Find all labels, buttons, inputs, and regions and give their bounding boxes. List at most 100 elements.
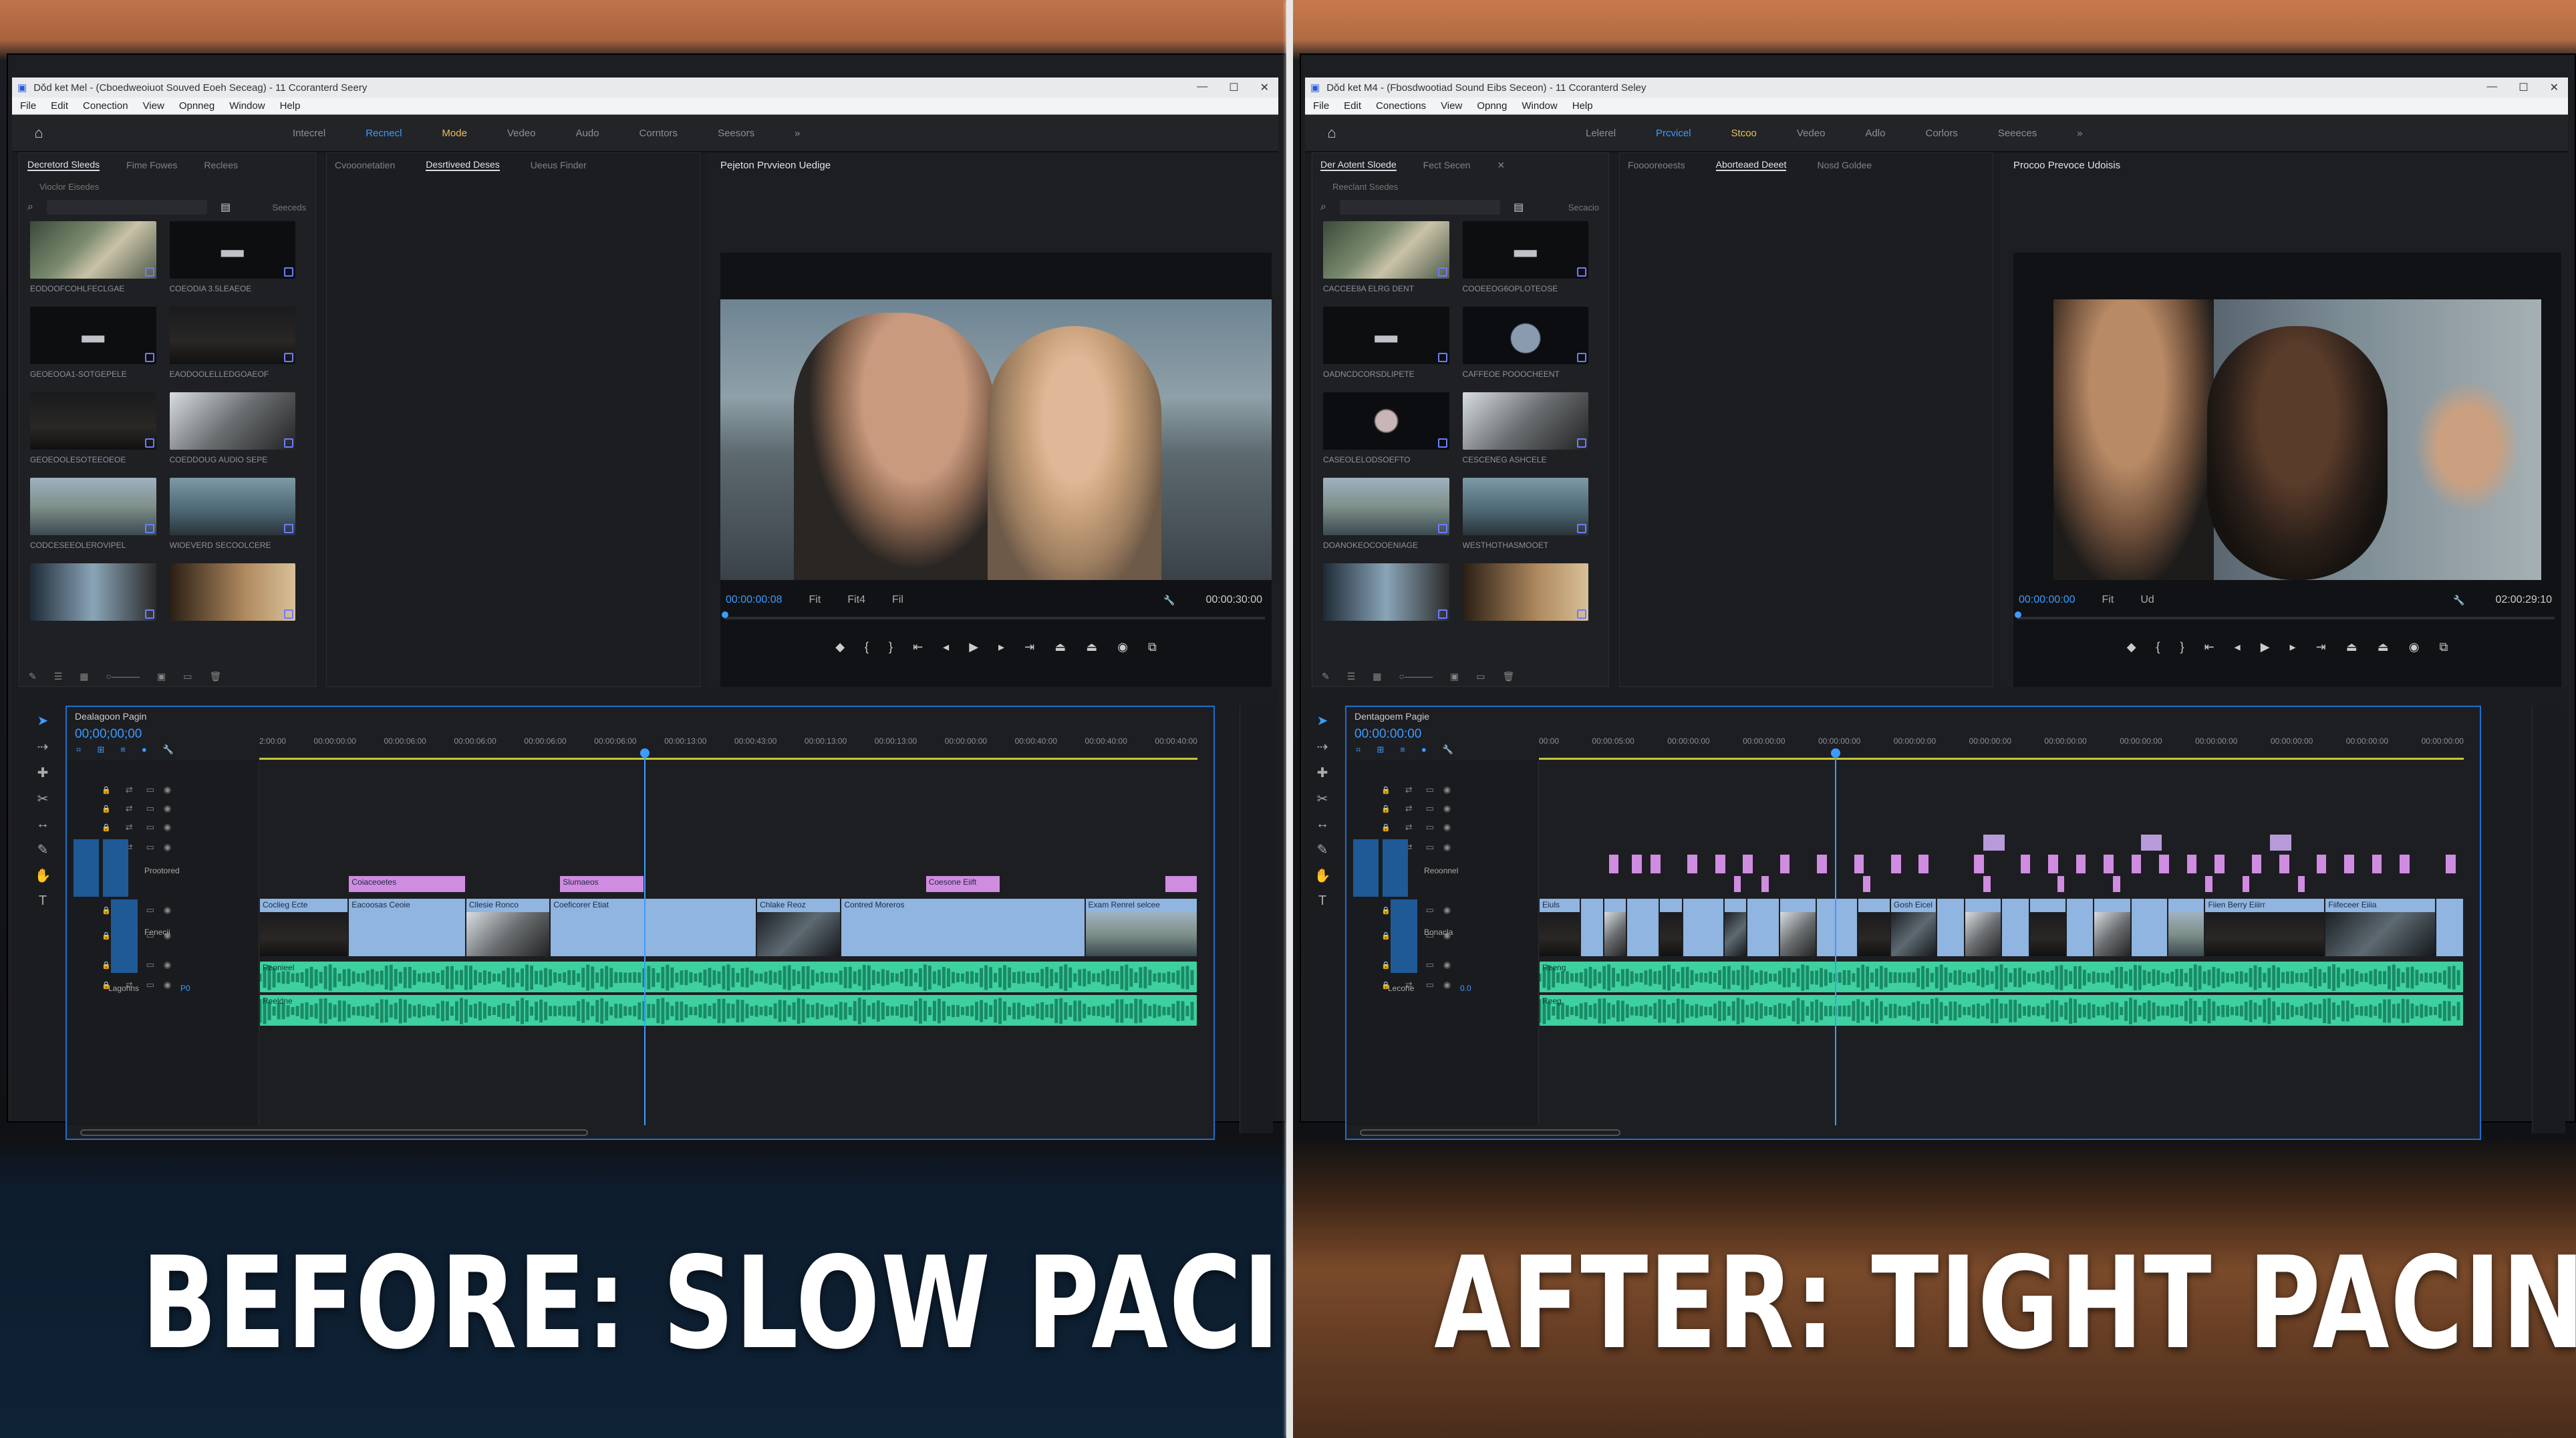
media-item[interactable]: CAFFEOE POOOCHEENT xyxy=(1462,307,1588,386)
export-frame-icon[interactable]: ◉ xyxy=(1117,640,1128,654)
audio-target[interactable] xyxy=(111,899,138,973)
sync-lock-icon[interactable]: ⇄ xyxy=(1405,822,1413,833)
workspace-tab[interactable]: » xyxy=(2077,128,2082,139)
media-item[interactable]: ▬ COEODIA 3.5LEAEOE xyxy=(169,221,295,300)
workspace-tab[interactable]: Prcvicel xyxy=(1656,128,1691,139)
media-item[interactable]: GEOEOOLESOTEEOEOE xyxy=(30,392,156,471)
marker-icon[interactable]: ◆ xyxy=(2127,640,2136,654)
sync-lock-icon[interactable]: ⇄ xyxy=(1405,803,1413,814)
video-clip[interactable] xyxy=(1580,898,1604,957)
video-clip[interactable] xyxy=(1937,898,1965,957)
title-clip[interactable]: Coesone Eiift xyxy=(925,875,1001,893)
title-clip[interactable] xyxy=(2130,854,2142,874)
play-button[interactable]: ▶ xyxy=(969,640,978,654)
title-clip[interactable] xyxy=(1816,854,1828,874)
title-clip[interactable] xyxy=(2047,854,2059,874)
v1-target[interactable] xyxy=(74,839,134,897)
resolution-select[interactable]: Fit4 xyxy=(847,594,865,606)
toggle-output-icon[interactable]: ▭ xyxy=(146,842,154,853)
program-scrubber[interactable] xyxy=(722,611,1265,619)
title-clip[interactable] xyxy=(1983,834,2005,851)
hand-tool-icon[interactable]: ✋ xyxy=(1314,867,1331,884)
title-clip[interactable]: Coiaceoetes xyxy=(348,875,466,893)
pencil-icon[interactable]: ✎ xyxy=(1322,671,1330,682)
title-clip[interactable] xyxy=(1890,854,1902,874)
new-item-icon[interactable]: ▣ xyxy=(157,671,166,682)
title-clip[interactable] xyxy=(1631,854,1642,874)
media-item[interactable]: EAODOOLELLEDGOAEOF xyxy=(169,307,295,386)
workspace-tab[interactable]: Corntors xyxy=(639,128,678,139)
program-scrubber[interactable] xyxy=(2015,611,2555,619)
title-clip[interactable] xyxy=(2399,854,2410,874)
compare-icon[interactable]: ⧉ xyxy=(1148,640,1157,654)
pencil-icon[interactable]: ✎ xyxy=(29,671,37,682)
menu-item-conections[interactable]: Conections xyxy=(1376,100,1426,112)
video-clip[interactable]: Exam Renrel selcee xyxy=(1085,898,1197,957)
zoom-slider[interactable]: ○——— xyxy=(106,671,140,682)
timeline-scrollbar[interactable] xyxy=(80,1129,588,1136)
title-clip[interactable] xyxy=(2140,834,2162,851)
video-clip[interactable]: Eiuls xyxy=(1539,898,1581,957)
workspace-tab[interactable]: Recnecl xyxy=(366,128,402,139)
video-clip[interactable] xyxy=(1626,898,1659,957)
eye-icon[interactable]: ◉ xyxy=(164,905,171,915)
title-clip[interactable] xyxy=(1973,854,1985,874)
eye-icon[interactable]: ◉ xyxy=(164,980,171,990)
toggle-output-icon[interactable]: ▭ xyxy=(1426,842,1434,853)
eye-icon[interactable]: ◉ xyxy=(164,960,171,970)
title-clip[interactable] xyxy=(2343,854,2355,874)
media-item[interactable]: ▬ GEOEOOA1-SOTGEPELE xyxy=(30,307,156,386)
search-input[interactable] xyxy=(46,200,207,214)
workspace-tab[interactable]: Stcoo xyxy=(1731,128,1757,139)
title-clip[interactable] xyxy=(1742,854,1754,874)
workspace-tab[interactable]: Audo xyxy=(575,128,599,139)
title-clip[interactable] xyxy=(2057,875,2065,893)
export-frame-icon[interactable]: ◉ xyxy=(2409,640,2420,654)
source-tab[interactable]: Desrtiveed Deses xyxy=(426,159,500,171)
project-tab[interactable]: Der Aotent Sloede xyxy=(1320,159,1397,171)
ripple-edit-icon[interactable]: ✚ xyxy=(37,764,49,781)
razor-tool-icon[interactable]: ✂ xyxy=(1317,790,1328,807)
zoom-select[interactable]: Fit xyxy=(2102,594,2114,606)
sequence-name[interactable]: Dentagoem Pagie xyxy=(1354,711,1429,722)
target-v1[interactable] xyxy=(103,839,128,897)
source-tab[interactable]: Ueeus Finder xyxy=(531,160,587,170)
menu-item-opnng[interactable]: Opnng xyxy=(1477,100,1507,112)
video-clip[interactable] xyxy=(2436,898,2464,957)
wrench-icon[interactable]: 🔧 xyxy=(1163,595,1175,606)
lock-icon[interactable]: 🔒 xyxy=(102,823,111,832)
title-clip[interactable] xyxy=(2269,834,2292,851)
snap-icon[interactable]: ⌗ xyxy=(1356,744,1361,755)
type-tool-icon[interactable]: T xyxy=(39,893,47,909)
media-item[interactable]: EODOOFCOHLFECLGAE xyxy=(30,221,156,300)
title-clip[interactable] xyxy=(1862,875,1871,893)
menu-item-conection[interactable]: Conection xyxy=(83,100,128,112)
project-tab[interactable]: Decretord Sleeds xyxy=(27,159,100,171)
project-tab[interactable]: Fect Secen xyxy=(1423,160,1471,170)
maximize-button[interactable]: ☐ xyxy=(2519,81,2528,94)
workspace-tab[interactable]: Seesors xyxy=(718,128,754,139)
compare-icon[interactable]: ⧉ xyxy=(2439,640,2448,654)
eye-icon[interactable]: ◉ xyxy=(1443,980,1451,990)
title-clip[interactable] xyxy=(1714,854,1726,874)
lock-icon[interactable]: 🔒 xyxy=(102,786,111,795)
audio-target[interactable] xyxy=(1391,899,1417,973)
eye-icon[interactable]: ◉ xyxy=(164,803,171,814)
in-point-icon[interactable]: { xyxy=(2156,640,2160,654)
marker-icon[interactable]: ◆ xyxy=(835,640,845,654)
icon-view-icon[interactable]: ▦ xyxy=(1373,671,1381,682)
ripple-edit-icon[interactable]: ✚ xyxy=(1317,764,1328,781)
menu-item-file[interactable]: File xyxy=(1313,100,1329,112)
zoom-select[interactable]: Fit xyxy=(809,594,821,606)
video-clip[interactable]: Gosh Eicel xyxy=(1890,898,1937,957)
toggle-output-icon[interactable]: ▭ xyxy=(1426,960,1434,970)
lock-icon[interactable]: 🔒 xyxy=(1381,931,1391,940)
timeline-scrollbar[interactable] xyxy=(1360,1129,1620,1136)
video-clip[interactable] xyxy=(1682,898,1724,957)
title-clip[interactable] xyxy=(2445,854,2456,874)
title-clip[interactable] xyxy=(2103,854,2114,874)
video-clip[interactable]: Chlake Reoz xyxy=(756,898,841,957)
source-patch-v1[interactable] xyxy=(1353,839,1379,897)
title-clip[interactable]: Slumaeos xyxy=(559,875,644,893)
workspace-tab[interactable]: Corlors xyxy=(1925,128,1957,139)
